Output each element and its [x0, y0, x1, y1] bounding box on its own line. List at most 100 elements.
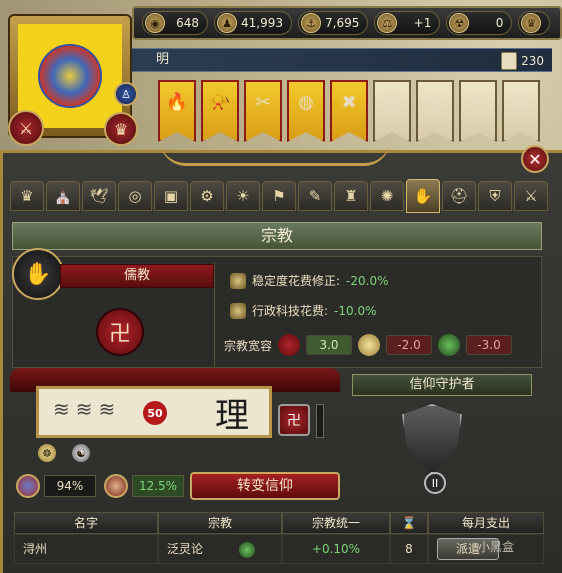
tab-government[interactable]: ⛪: [46, 181, 80, 211]
modifier-label: 行政科技花费:: [252, 304, 329, 318]
alert-banner-building[interactable]: ⛩: [373, 80, 411, 142]
tab-ideas[interactable]: ⚑: [262, 181, 296, 211]
helmet-icon: ⛑: [449, 187, 469, 205]
modifier-value: -20.0%: [346, 273, 389, 288]
horn-icon: 📯: [208, 92, 232, 113]
stability-value: +1: [413, 16, 432, 30]
military-button[interactable]: ⚔: [8, 110, 44, 146]
religion-name: 儒教: [60, 264, 214, 288]
alert-banner-fire[interactable]: 🔥: [158, 80, 196, 142]
alert-banner-cross[interactable]: ✖: [330, 80, 368, 142]
legitimacy-resource[interactable]: ♛: [518, 11, 551, 35]
country-name: 明: [156, 52, 170, 67]
tab-policies[interactable]: ⚔: [514, 181, 548, 211]
tab-production[interactable]: ⚙: [190, 181, 224, 211]
confucian-symbol-icon: 卍: [96, 308, 144, 356]
tab-technology[interactable]: ☀: [226, 181, 260, 211]
alert-banners: 🔥 📯 ✂ ◍ ✖ ⛩ ⏲ ⚒ ⛓: [158, 80, 540, 142]
close-icon: ✕: [528, 149, 542, 169]
alert-banner-chain[interactable]: ⛓: [502, 80, 540, 142]
header-time[interactable]: ⌛: [390, 512, 428, 534]
convert-religion-button[interactable]: 转变信仰: [190, 472, 340, 500]
defender-of-faith-label: 信仰守护者: [352, 374, 532, 396]
harmony-calligraphy[interactable]: ≋≋≋ 50 理: [36, 386, 272, 438]
tab-trade[interactable]: ▣: [154, 181, 188, 211]
header-unity[interactable]: 宗教统一: [282, 512, 390, 534]
tolerance-row: 宗教宽容 3.0 -2.0 -3.0: [224, 334, 513, 356]
admin-tech-icon: [230, 302, 246, 319]
crown-icon: ♛: [521, 13, 542, 33]
animism-icon: [238, 541, 255, 558]
religious-unity-icon: [16, 474, 40, 498]
header-monthly-cost[interactable]: 每月支出: [428, 512, 544, 534]
harmony-value: 50: [143, 401, 167, 425]
buddha-icon[interactable]: ☸: [38, 444, 56, 462]
defender-rank: II: [424, 472, 446, 494]
scroll-icon: ✎: [308, 187, 322, 205]
praying-hands-icon: ✋: [413, 187, 433, 205]
crate-icon: ▣: [163, 187, 179, 205]
globe-icon: ◍: [298, 92, 314, 113]
alert-banner-scissors[interactable]: ✂: [244, 80, 282, 142]
scroll-icon: [501, 52, 518, 70]
modifier-label: 稳定度花费修正:: [252, 274, 341, 288]
tab-decisions[interactable]: ✺: [370, 181, 404, 211]
tab-missions[interactable]: ✎: [298, 181, 332, 211]
sailors-value: 7,695: [325, 16, 360, 30]
tab-economy[interactable]: ◎: [118, 181, 152, 211]
close-button[interactable]: ✕: [521, 145, 549, 173]
country-name-bar: 明 230: [132, 48, 552, 72]
table-row[interactable]: 浔州 泛灵论 +0.10% 8 派遣: [14, 534, 544, 564]
prestige-value: 230: [521, 54, 544, 68]
alert-banner-globe[interactable]: ◍: [287, 80, 325, 142]
header-religion[interactable]: 宗教: [158, 512, 282, 534]
tab-diplomacy[interactable]: 🕊: [82, 181, 116, 211]
table-header: 名字 宗教 宗教统一 ⌛ 每月支出: [14, 512, 544, 534]
heathen-icon: [438, 334, 461, 356]
alert-banner-clock[interactable]: ⏲: [416, 80, 454, 142]
sailors-icon: ⚓: [301, 13, 321, 33]
government-icon[interactable]: ♙: [114, 82, 138, 106]
header-name[interactable]: 名字: [14, 512, 158, 534]
tools-icon: ⚒: [469, 92, 487, 113]
alert-banner-horn[interactable]: 📯: [201, 80, 239, 142]
tab-estates[interactable]: ♜: [334, 181, 368, 211]
modifier-admin-tech: 行政科技花费: -10.0%: [230, 302, 377, 319]
stability-icon: [230, 272, 246, 289]
harmonize-button[interactable]: 卍: [278, 404, 310, 436]
treasury-resource[interactable]: ◉ 648: [142, 11, 208, 35]
manpower-value: 41,993: [241, 16, 283, 30]
modifier-stability: 稳定度花费修正: -20.0%: [230, 272, 389, 289]
top-resource-bar: ◉ 648 ♟ 41,993 ⚓ 7,695 ⚖ +1 ☢ 0 ♛: [132, 6, 562, 40]
alert-banner-tools[interactable]: ⚒: [459, 80, 497, 142]
tolerance-stat[interactable]: 12.5%: [104, 474, 184, 498]
corruption-resource[interactable]: ☢ 0: [446, 11, 513, 35]
manpower-resource[interactable]: ♟ 41,993: [214, 11, 292, 35]
tab-religion[interactable]: ✋: [406, 179, 440, 213]
province-religion: 泛灵论: [167, 542, 204, 556]
prestige-display[interactable]: 230: [501, 50, 544, 72]
cross-icon: ✖: [341, 92, 357, 113]
sailors-resource[interactable]: ⚓ 7,695: [298, 11, 369, 35]
religion-small-icons: ☸ ☯: [38, 444, 90, 462]
religious-unity-stat[interactable]: 94%: [16, 474, 96, 498]
tolerance-stat-value: 12.5%: [132, 475, 184, 497]
heretic-icon: [358, 334, 381, 356]
tab-court[interactable]: ♛: [10, 181, 44, 211]
tolerance-label: 宗教宽容: [224, 338, 273, 353]
modifier-value: -10.0%: [334, 303, 377, 318]
temple-icon: ⛪: [53, 187, 73, 205]
scissors-icon: ✂: [255, 92, 271, 113]
tab-subjects[interactable]: ⛨: [478, 181, 512, 211]
tab-military[interactable]: ⛑: [442, 181, 476, 211]
tolerance-true-value[interactable]: 3.0: [306, 335, 353, 355]
estate-icon: ♜: [344, 187, 358, 205]
treasury-value: 648: [176, 16, 199, 30]
fire-icon: 🔥: [165, 92, 189, 113]
stability-resource[interactable]: ⚖ +1: [374, 11, 441, 35]
province-time: 8: [390, 534, 428, 564]
tolerance-heretic-value[interactable]: -2.0: [386, 335, 433, 355]
yin-yang-icon[interactable]: ☯: [72, 444, 90, 462]
crown-button[interactable]: ♛: [104, 112, 138, 146]
tolerance-heathen-value[interactable]: -3.0: [466, 335, 513, 355]
